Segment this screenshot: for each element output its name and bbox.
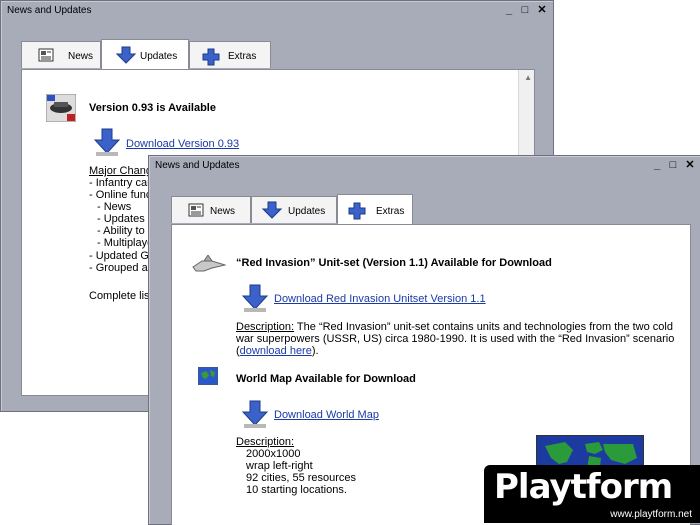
tab-updates-label: Updates (288, 206, 326, 217)
download-arrow-icon[interactable] (241, 284, 270, 317)
tab-news-label: News (68, 51, 94, 62)
tab-news[interactable]: News (171, 196, 251, 223)
maximize-button[interactable]: □ (519, 3, 531, 17)
red-invasion-heading: “Red Invasion” Unit-set (Version 1.1) Av… (236, 257, 552, 269)
back-tab-strip: News Updates Extras (21, 39, 541, 71)
plus-cross-icon (202, 48, 220, 69)
changes-line: - Multiplaye (97, 237, 154, 249)
watermark-url: www.playtform.net (610, 509, 692, 520)
changes-line: - Ability to c (97, 225, 154, 237)
plus-cross-icon (348, 202, 366, 223)
tab-updates-label: Updates (140, 51, 178, 62)
front-window-title: News and Updates (155, 160, 240, 171)
tab-extras-label: Extras (228, 51, 257, 62)
map-detail: wrap left-right (246, 460, 313, 472)
changes-line: - Updates (97, 213, 145, 225)
maximize-button[interactable]: □ (667, 158, 679, 172)
description-label: Description: (236, 321, 295, 333)
tab-updates[interactable]: Updates (251, 196, 337, 223)
front-tab-strip: News Updates Extras (171, 194, 691, 226)
watermark-brand: Playtform (494, 467, 673, 507)
changes-line: Complete list (89, 290, 153, 302)
description-text: war superpowers (USSR, US) circa 1980-19… (236, 333, 675, 345)
description-text: (download here). (236, 345, 319, 357)
world-map-heading: World Map Available for Download (236, 373, 416, 385)
jet-icon (192, 254, 227, 276)
download-red-invasion-link[interactable]: Download Red Invasion Unitset Version 1.… (274, 293, 486, 305)
download-arrow-icon[interactable] (241, 400, 270, 433)
download-world-map-link[interactable]: Download World Map (274, 409, 379, 421)
close-button[interactable]: ✕ (684, 158, 696, 172)
scroll-up-icon[interactable]: ▲ (524, 73, 532, 82)
description-text: The “Red Invasion” unit-set contains uni… (294, 321, 673, 333)
tab-news[interactable]: News (21, 41, 101, 68)
tab-extras[interactable]: Extras (189, 41, 271, 68)
tab-updates[interactable]: Updates (101, 39, 189, 69)
download-arrow-icon (115, 46, 137, 67)
download-version-link[interactable]: Download Version 0.93 (126, 138, 239, 150)
back-window-title: News and Updates (7, 5, 92, 16)
newspaper-icon (188, 203, 204, 220)
tab-extras-label: Extras (376, 206, 405, 217)
world-map-icon (197, 366, 219, 388)
map-detail: 2000x1000 (246, 448, 301, 460)
version-heading: Version 0.93 is Available (89, 102, 216, 114)
changes-line: - Infantry can (89, 177, 154, 189)
tab-extras[interactable]: Extras (337, 194, 413, 224)
download-here-link[interactable]: download here (240, 345, 312, 357)
download-arrow-icon[interactable] (93, 128, 122, 161)
changes-line: - News (97, 201, 132, 213)
paren-close: ). (311, 345, 319, 357)
close-button[interactable]: ✕ (536, 3, 548, 17)
description-label: Description: (236, 436, 295, 448)
map-detail: 92 cities, 55 resources (246, 472, 357, 484)
playtform-watermark: Playtform www.playtform.net (484, 465, 700, 523)
map-detail: 10 starting locations. (246, 484, 347, 496)
changes-line: - Online funct (89, 189, 155, 201)
changes-line: - Grouped air (89, 262, 154, 274)
changes-line: - Updated Ga (89, 250, 156, 262)
unit-update-icon (45, 93, 77, 125)
red-invasion-description: Description: The “Red Invasion” unit-set… (236, 321, 673, 333)
back-window-titlebar[interactable]: News and Updates _ □ ✕ (1, 1, 553, 21)
minimize-button[interactable]: _ (503, 3, 515, 17)
download-arrow-icon (261, 201, 283, 222)
front-window-titlebar[interactable]: News and Updates _ □ ✕ (149, 156, 700, 176)
newspaper-icon (38, 48, 54, 65)
minimize-button[interactable]: _ (651, 158, 663, 172)
tab-news-label: News (210, 206, 236, 217)
